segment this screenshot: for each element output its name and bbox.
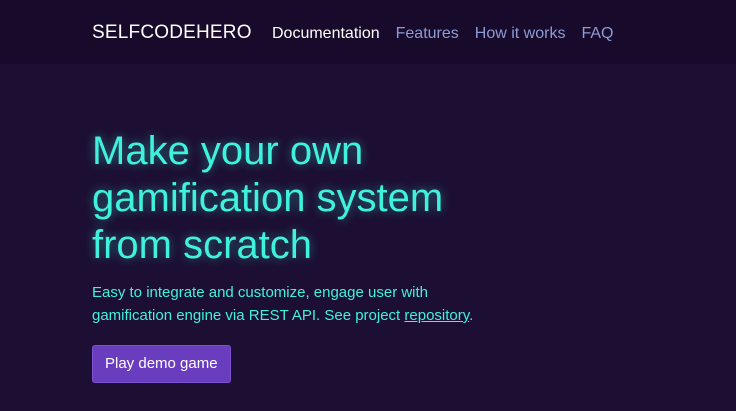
nav-link-features[interactable]: Features <box>396 24 459 44</box>
hero-section: Make your own gamification system from s… <box>92 128 692 383</box>
hero-subtitle: Easy to integrate and customize, engage … <box>92 281 512 327</box>
nav-link-how-it-works[interactable]: How it works <box>475 24 566 44</box>
navbar: SELFCODEHERO Documentation Features How … <box>0 0 736 64</box>
play-demo-button[interactable]: Play demo game <box>92 345 231 383</box>
hero-title-line: Make your own <box>92 129 364 173</box>
hero-title: Make your own gamification system from s… <box>92 128 472 269</box>
nav-link-faq[interactable]: FAQ <box>581 24 613 44</box>
nav-links: Documentation Features How it works FAQ <box>272 24 629 44</box>
repository-link[interactable]: repository <box>404 307 469 324</box>
nav-link-documentation[interactable]: Documentation <box>272 24 380 44</box>
hero-title-line: gamification system <box>92 176 444 220</box>
hero-subtitle-text: Easy to integrate and customize, engage … <box>92 284 429 324</box>
brand-logo[interactable]: SELFCODEHERO <box>92 22 252 44</box>
hero-subtitle-end: . <box>469 307 474 324</box>
hero-title-line: from scratch <box>92 223 313 267</box>
